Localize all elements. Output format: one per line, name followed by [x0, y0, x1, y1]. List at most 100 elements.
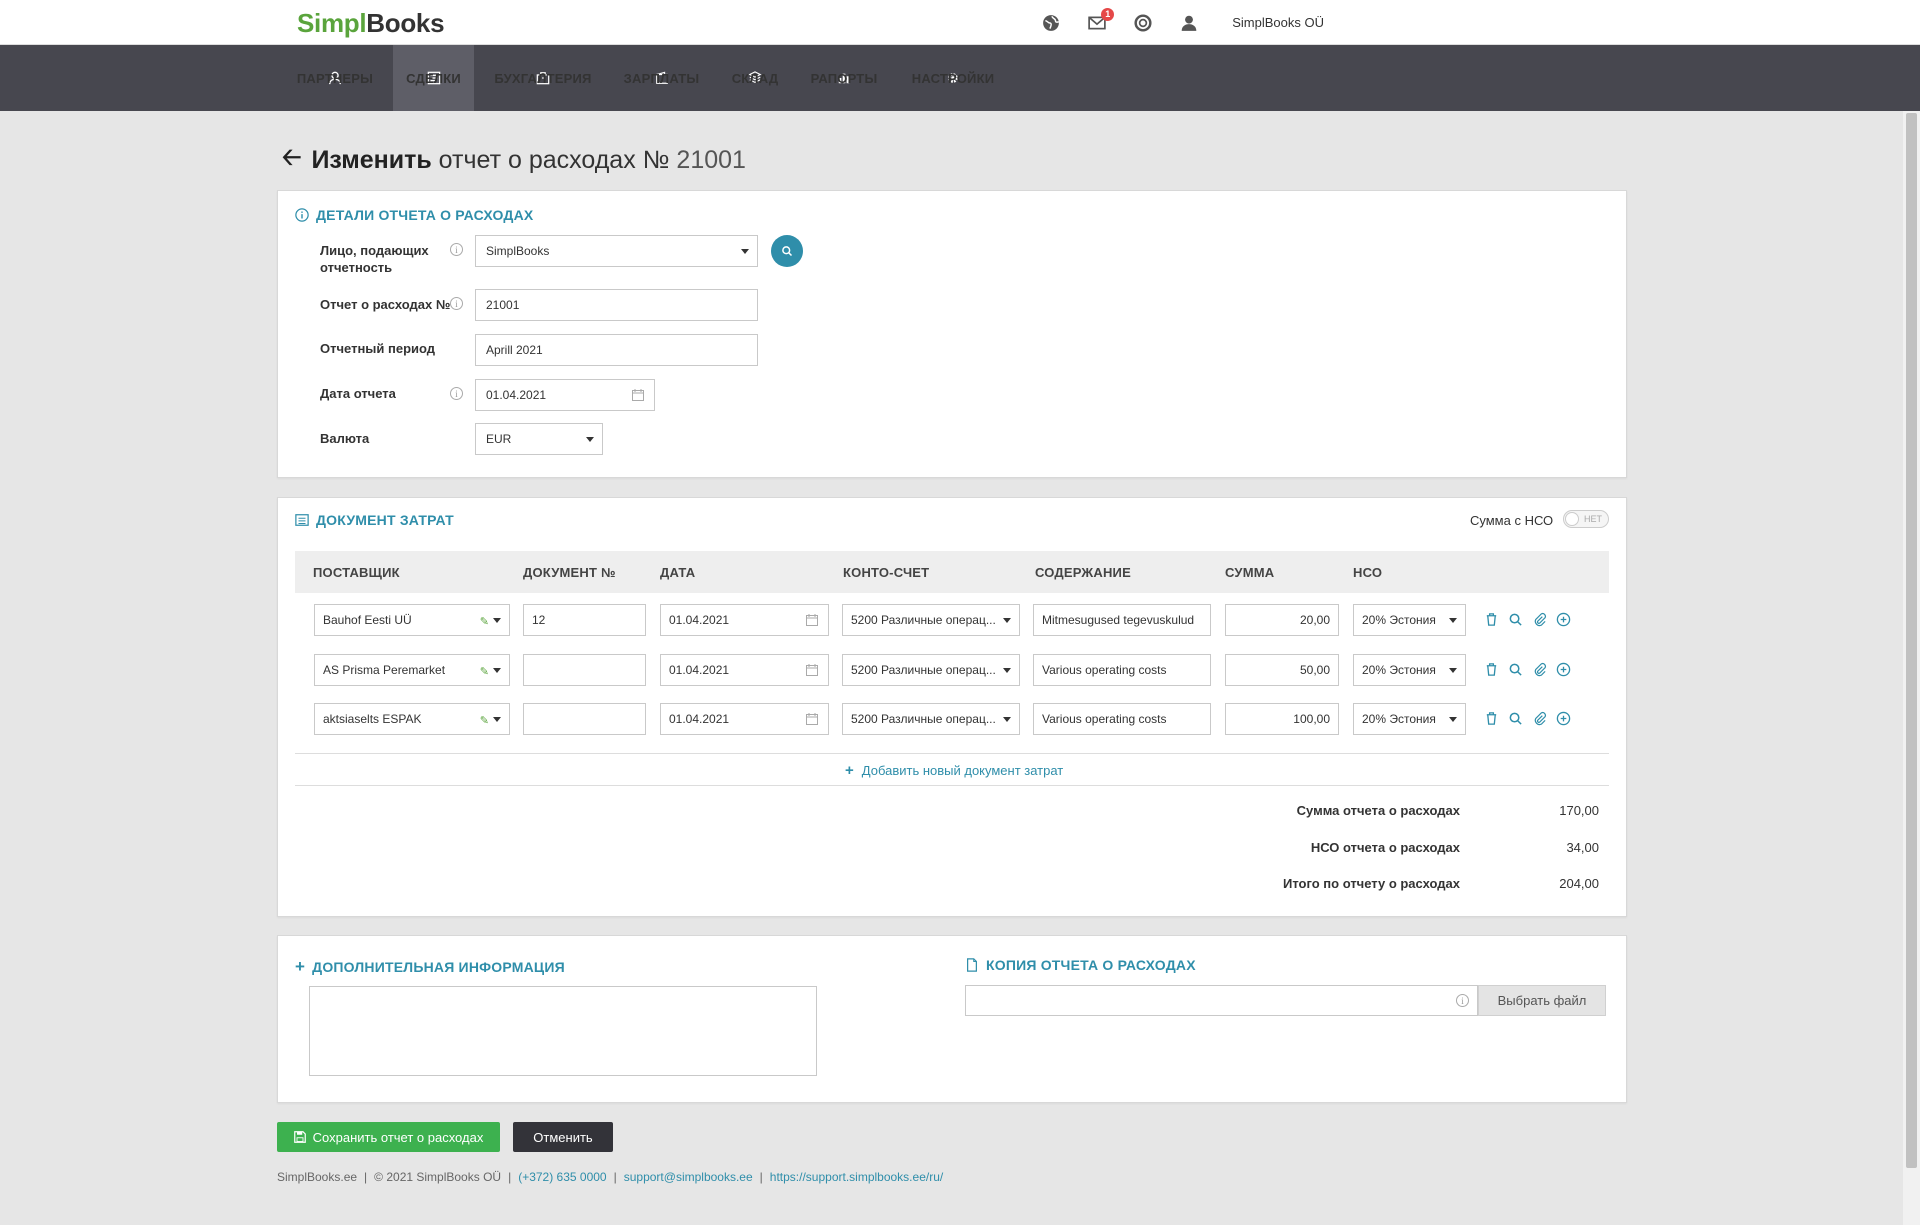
nav-deals[interactable]: СДЕЛКИ — [393, 45, 474, 111]
vat-toggle-label: Сумма с НСО — [1470, 513, 1554, 528]
vat-select[interactable]: 20% Эстония — [1353, 703, 1466, 735]
trash-icon[interactable] — [1484, 711, 1499, 726]
content-input[interactable]: Various operating costs — [1033, 703, 1211, 735]
sum-value: 50,00 — [1299, 663, 1330, 677]
nav-label: ЗАРПЛАТЫ — [623, 70, 700, 86]
globe-icon[interactable] — [1042, 14, 1060, 32]
logo[interactable]: SimplBooks — [297, 8, 445, 39]
info-icon[interactable]: i — [450, 387, 463, 400]
supplier-select[interactable]: aktsiaselts ESPAK ✎ — [314, 703, 510, 735]
trash-icon[interactable] — [1484, 612, 1499, 627]
nav-accounting[interactable]: БУХГАЛТЕРИЯ — [481, 45, 605, 111]
pencil-icon[interactable]: ✎ — [480, 665, 489, 678]
supplier-select[interactable]: Bauhof Eesti UÜ ✎ — [314, 604, 510, 636]
supplier-select[interactable]: AS Prisma Peremarket ✎ — [314, 654, 510, 686]
sum-value: 20,00 — [1299, 613, 1330, 627]
logo-part-simpl: Simpl — [297, 8, 367, 38]
sum-input[interactable]: 100,00 — [1225, 703, 1339, 735]
add-link-label: Добавить новый документ затрат — [861, 763, 1064, 778]
content-input[interactable]: Various operating costs — [1033, 654, 1211, 686]
nav-warehouse[interactable]: СКЛАД — [718, 45, 792, 111]
mail-icon[interactable]: 1 — [1088, 7, 1115, 32]
doc-date-input[interactable]: 01.04.2021 — [660, 604, 829, 636]
sum-input[interactable]: 50,00 — [1225, 654, 1339, 686]
report-number-input[interactable]: 21001 — [475, 289, 758, 321]
save-button[interactable]: Сохранить отчет о расходах — [277, 1122, 500, 1152]
vat-value: 20% Эстония — [1362, 663, 1436, 677]
account-select[interactable]: 5200 Различные операц... — [842, 604, 1020, 636]
vat-select[interactable]: 20% Эстония — [1353, 604, 1466, 636]
search-icon[interactable] — [1508, 662, 1523, 677]
info-icon[interactable]: i — [450, 243, 463, 256]
back-arrow-icon[interactable]: 🡠 — [282, 140, 301, 181]
paperclip-icon[interactable] — [1532, 711, 1547, 726]
cancel-button[interactable]: Отменить — [513, 1122, 613, 1152]
nav-reports[interactable]: РАПОРТЫ — [798, 45, 890, 111]
footer-phone-link[interactable]: (+372) 635 0000 — [518, 1170, 606, 1184]
help-lifebuoy-icon[interactable] — [1134, 13, 1152, 32]
page-title: 🡠 Изменить отчет о расходах № 21001 — [282, 140, 746, 181]
choose-file-label: Выбрать файл — [1497, 993, 1587, 1008]
info-icon[interactable]: i — [450, 297, 463, 310]
add-circle-icon[interactable] — [1556, 662, 1571, 677]
nav-partners[interactable]: ПАРТНЕРЫ — [285, 45, 385, 111]
period-input[interactable]: Aprill 2021 — [475, 334, 758, 366]
choose-file-button[interactable]: Выбрать файл — [1478, 985, 1606, 1016]
chevron-down-icon — [493, 717, 501, 722]
add-circle-icon[interactable] — [1556, 612, 1571, 627]
company-name[interactable]: SimplBooks OÜ — [1232, 15, 1324, 30]
nav-salaries[interactable]: ЗАРПЛАТЫ — [613, 45, 710, 111]
scrollbar-thumb[interactable] — [1906, 113, 1917, 1168]
add-cost-document-link[interactable]: + Добавить новый документ затрат — [845, 762, 1063, 779]
main-nav: ПАРТНЕРЫ СДЕЛКИ БУХГАЛТЕРИЯ ЗАРПЛАТЫ СКЛ… — [0, 45, 1920, 111]
footer-email-link[interactable]: support@simplbooks.ee — [624, 1170, 753, 1184]
vat-select[interactable]: 20% Эстония — [1353, 654, 1466, 686]
account-value: 5200 Различные операц... — [851, 712, 996, 726]
section-label: ДОКУМЕНТ ЗАТРАТ — [316, 512, 454, 528]
report-date-input[interactable]: 01.04.2021 — [475, 379, 655, 411]
total-sum-value: 170,00 — [1559, 803, 1599, 818]
info-circle-icon — [295, 208, 309, 222]
doc-date-input[interactable]: 01.04.2021 — [660, 703, 829, 735]
paperclip-icon[interactable] — [1532, 612, 1547, 627]
extra-info-textarea[interactable] — [309, 986, 817, 1076]
info-icon[interactable]: i — [1456, 994, 1469, 1007]
pencil-icon[interactable]: ✎ — [480, 714, 489, 727]
doc-number-input[interactable] — [523, 703, 646, 735]
account-select[interactable]: 5200 Различные операц... — [842, 703, 1020, 735]
calendar-icon[interactable] — [632, 389, 644, 401]
file-icon — [967, 958, 977, 972]
add-circle-icon[interactable] — [1556, 711, 1571, 726]
extra-info-section-title: + ДОПОЛНИТЕЛЬНАЯ ИНФОРМАЦИЯ — [295, 957, 565, 977]
sum-input[interactable]: 20,00 — [1225, 604, 1339, 636]
search-icon[interactable] — [1508, 711, 1523, 726]
calendar-icon[interactable] — [806, 713, 818, 725]
nav-settings[interactable]: НАСТРОЙКИ — [898, 45, 1008, 111]
calendar-icon[interactable] — [806, 614, 818, 626]
costs-section-title: ДОКУМЕНТ ЗАТРАТ — [295, 512, 454, 528]
vat-toggle[interactable]: НЕТ — [1563, 510, 1609, 528]
search-icon[interactable] — [1508, 612, 1523, 627]
save-button-label: Сохранить отчет о расходах — [312, 1129, 484, 1145]
row-actions — [1484, 711, 1571, 726]
row-actions — [1484, 662, 1571, 677]
report-date-value: 01.04.2021 — [486, 388, 547, 402]
pencil-icon[interactable]: ✎ — [480, 615, 489, 628]
currency-select[interactable]: EUR — [475, 423, 603, 455]
details-section-title: ДЕТАЛИ ОТЧЕТА О РАСХОДАХ — [295, 207, 533, 223]
person-search-button[interactable] — [771, 235, 803, 267]
account-select[interactable]: 5200 Различные операц... — [842, 654, 1020, 686]
content-input[interactable]: Mitmesugused tegevuskulud — [1033, 604, 1211, 636]
doc-number-input[interactable]: 12 — [523, 604, 646, 636]
doc-date-input[interactable]: 01.04.2021 — [660, 654, 829, 686]
paperclip-icon[interactable] — [1532, 662, 1547, 677]
title-number: 21001 — [676, 146, 746, 174]
trash-icon[interactable] — [1484, 662, 1499, 677]
footer-support-link[interactable]: https://support.simplbooks.ee/ru/ — [770, 1170, 943, 1184]
title-text: отчет о расходах № — [438, 146, 670, 174]
user-icon[interactable] — [1180, 14, 1198, 32]
person-select[interactable]: SimplBooks — [475, 235, 758, 267]
calendar-icon[interactable] — [806, 664, 818, 676]
file-path-input[interactable]: i — [965, 985, 1478, 1016]
doc-number-input[interactable] — [523, 654, 646, 686]
